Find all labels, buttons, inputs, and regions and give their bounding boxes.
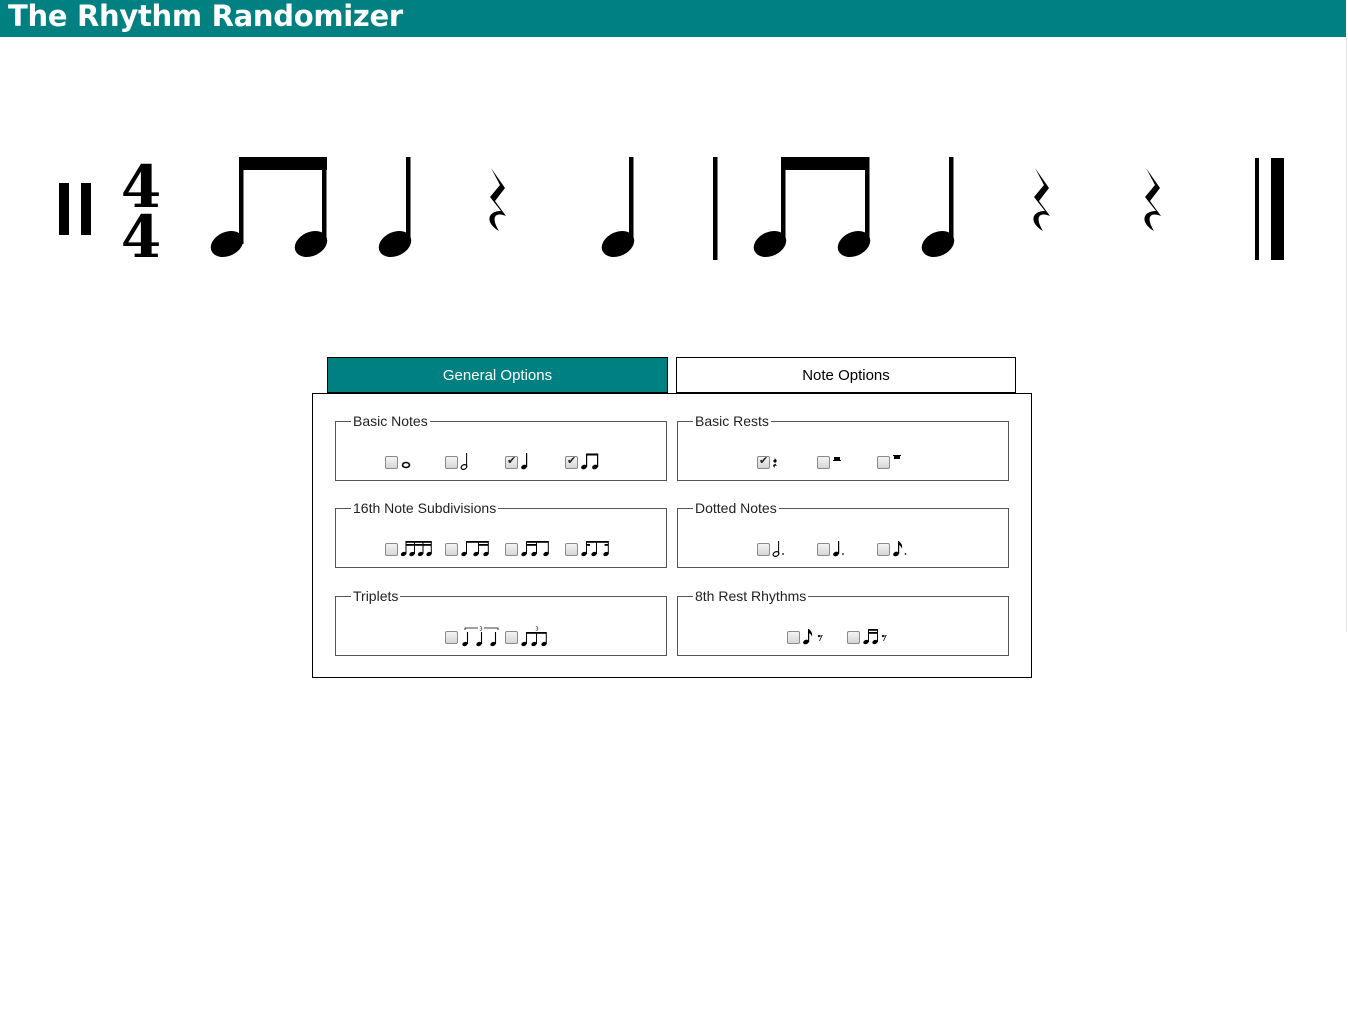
basic-notes-legend: Basic Notes: [353, 413, 428, 429]
two-sixteenths-eighth-icon: [520, 539, 552, 559]
tab-general-options[interactable]: General Options: [327, 357, 668, 393]
general-options-panel: Basic Notes Basic Rests: [312, 393, 1032, 678]
whole-rest-checkbox[interactable]: [877, 455, 890, 469]
final-bar-thick: [1271, 158, 1284, 260]
dotted-notes-group: Dotted Notes: [677, 501, 1009, 568]
beamed-eighth-pair-2: [753, 157, 871, 258]
sixteenths-eighth-rest-icon: [862, 627, 890, 647]
triplets-option-quarter: 3: [445, 627, 504, 647]
whole-note-checkbox[interactable]: [385, 455, 398, 469]
start-bar-left: [59, 183, 69, 235]
eighth-triplet-checkbox[interactable]: [505, 630, 518, 644]
sixteenth-eighth-sixteenth-checkbox[interactable]: [565, 542, 578, 556]
tab-note-options[interactable]: Note Options: [676, 357, 1016, 393]
time-sig-bottom: 4: [121, 203, 161, 271]
whole-note-icon: [400, 452, 412, 472]
basic-rests-group: Basic Rests: [677, 414, 1009, 481]
title-bar: The Rhythm Randomizer: [0, 0, 1346, 37]
eighth-rest-option-1: [787, 627, 826, 647]
dotted-quarter-checkbox[interactable]: [817, 542, 830, 556]
half-note-checkbox[interactable]: [445, 455, 458, 469]
half-note-icon: [460, 452, 470, 472]
four-sixteenths-icon: [400, 539, 434, 559]
basic-rests-option-whole: [877, 452, 902, 472]
half-rest-checkbox[interactable]: [817, 455, 830, 469]
quarter-rest-checkbox[interactable]: [757, 454, 770, 469]
quarter-rest-icon: [772, 452, 780, 472]
eighth-pair-icon: [580, 452, 602, 472]
basic-notes-group: Basic Notes: [335, 414, 667, 481]
dotted-option-quarter: [817, 539, 846, 559]
sixteenth-subdivisions-group: 16th Note Subdivisions: [335, 501, 667, 568]
dotted-half-icon: [772, 539, 786, 559]
quarter-note-2: [601, 157, 635, 258]
whole-rest-icon: [892, 452, 902, 472]
quarter-note-checkbox[interactable]: [505, 454, 518, 469]
eighth-rest-rhythms-group: 8th Rest Rhythms: [677, 589, 1009, 656]
triplets-group: Triplets 3 3: [335, 589, 667, 656]
quarter-rest-2: [1033, 168, 1050, 231]
two-sixteenths-eighth-checkbox[interactable]: [505, 542, 518, 556]
half-rest-icon: [832, 452, 842, 472]
quarter-rest-1: [489, 168, 506, 231]
svg-text:3: 3: [535, 627, 538, 633]
basic-notes-option-whole: [385, 452, 412, 472]
eighth-rest-option-2: [847, 627, 890, 647]
dotted-option-half: [757, 539, 786, 559]
beamed-eighth-pair-1: [210, 157, 328, 258]
quarter-note-icon: [520, 452, 530, 472]
eighth-triplet-icon: 3: [520, 627, 552, 647]
dotted-half-checkbox[interactable]: [757, 542, 770, 556]
sixteenth-option-4: [565, 539, 612, 559]
rhythm-notation: 4 4: [59, 153, 1284, 271]
dotted-option-eighth: [877, 539, 908, 559]
dotted-eighth-checkbox[interactable]: [877, 542, 890, 556]
basic-rests-option-half: [817, 452, 842, 472]
triplets-legend: Triplets: [353, 588, 399, 604]
eighth-note-eighth-rest-icon: [802, 627, 826, 647]
svg-text:3: 3: [479, 627, 482, 633]
barline: [713, 157, 718, 260]
quarter-triplet-checkbox[interactable]: [445, 630, 458, 644]
sixteenth-option-1: [385, 539, 434, 559]
eighth-two-sixteenths-checkbox[interactable]: [445, 542, 458, 556]
triplets-option-eighth: 3: [505, 627, 552, 647]
quarter-triplet-icon: 3: [460, 627, 504, 647]
dotted-notes-legend: Dotted Notes: [695, 500, 777, 516]
sixteenth-eighth-sixteenth-icon: [580, 539, 612, 559]
eighth-rest-rhythms-legend: 8th Rest Rhythms: [695, 588, 807, 604]
basic-notes-option-quarter: [505, 452, 530, 472]
sixteenth-subdivisions-legend: 16th Note Subdivisions: [353, 500, 497, 516]
sixteenth-option-3: [505, 539, 552, 559]
eighth-note-eighth-rest-checkbox[interactable]: [787, 630, 800, 644]
app-title: The Rhythm Randomizer: [8, 0, 403, 33]
dotted-eighth-icon: [892, 539, 908, 559]
quarter-note-3: [921, 157, 955, 258]
four-sixteenths-checkbox[interactable]: [385, 542, 398, 556]
basic-rests-option-quarter: [757, 452, 780, 472]
eighth-pair-checkbox[interactable]: [565, 454, 578, 469]
sixteenths-eighth-rest-checkbox[interactable]: [847, 630, 860, 644]
basic-notes-option-eighths: [565, 452, 602, 472]
eighth-two-sixteenths-icon: [460, 539, 492, 559]
basic-notes-option-half: [445, 452, 470, 472]
start-bar-right: [81, 183, 91, 235]
final-bar-thin: [1255, 158, 1259, 260]
sixteenth-option-2: [445, 539, 492, 559]
quarter-rest-3: [1144, 168, 1161, 231]
scroll-edge: [1346, 37, 1347, 632]
basic-rests-legend: Basic Rests: [695, 413, 769, 429]
dotted-quarter-icon: [832, 539, 846, 559]
quarter-note-1: [378, 157, 412, 258]
